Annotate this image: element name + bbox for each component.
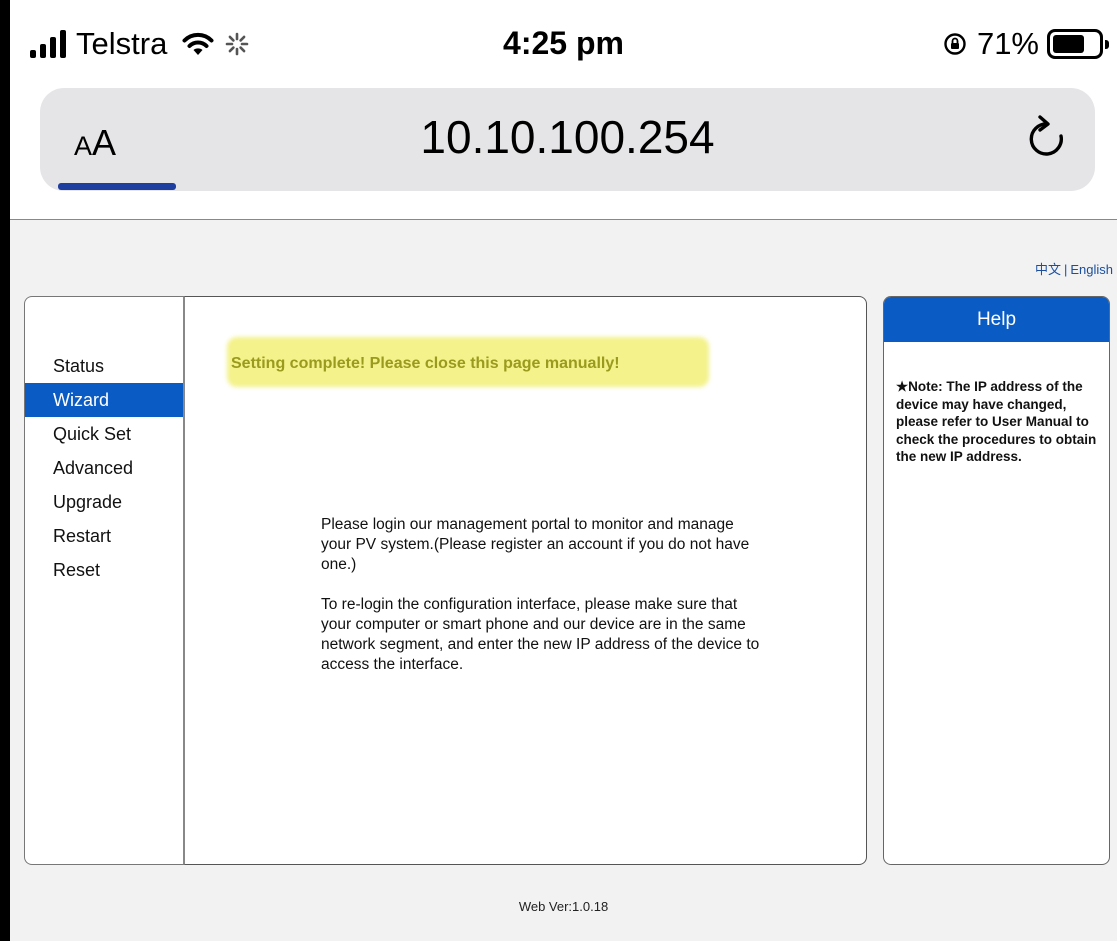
browser-toolbar: AA 10.10.100.254 [10, 88, 1117, 220]
battery-percentage: 71% [976, 26, 1039, 61]
phone-screen: Telstra 4:25 pm 71% AA 10.10.100.254 中文 … [10, 0, 1117, 941]
lang-chinese-link[interactable]: 中文 [1035, 262, 1061, 277]
success-message: Setting complete! Please close this page… [231, 355, 620, 372]
ios-status-bar: Telstra 4:25 pm 71% [10, 0, 1117, 88]
sidebar-item-upgrade[interactable]: Upgrade [25, 485, 185, 519]
web-version: Web Ver:1.0.18 [518, 899, 609, 914]
lang-english-link[interactable]: English [1070, 262, 1113, 277]
battery-level [1053, 35, 1084, 53]
battery-icon [1047, 29, 1109, 59]
web-page: 中文 | English Status Wizard Quick Set Advan… [10, 221, 1117, 941]
page-load-progress [58, 183, 176, 190]
info-text: Please login our management portal to mo… [321, 515, 761, 675]
address-bar[interactable]: AA 10.10.100.254 [40, 88, 1095, 191]
rotation-lock-icon [944, 33, 966, 55]
info-paragraph: To re-login the configuration interface,… [321, 596, 760, 673]
help-note: ★Note: The IP address of the device may … [896, 379, 1097, 464]
sidebar: Status Wizard Quick Set Advanced Upgrade… [24, 296, 185, 865]
help-title: Help [884, 297, 1109, 342]
sidebar-item-advanced[interactable]: Advanced [25, 451, 185, 485]
sidebar-menu: Status Wizard Quick Set Advanced Upgrade… [25, 349, 185, 587]
reload-icon[interactable] [1023, 114, 1071, 162]
sidebar-item-wizard[interactable]: Wizard [25, 383, 185, 417]
language-switcher: 中文 | English [1035, 259, 1113, 278]
info-paragraph: Please login our management portal to mo… [321, 516, 750, 573]
main-content: Setting complete! Please close this page… [183, 296, 867, 865]
sidebar-item-status[interactable]: Status [25, 349, 185, 383]
sidebar-item-quick-set[interactable]: Quick Set [25, 417, 185, 451]
url-text[interactable]: 10.10.100.254 [40, 110, 1095, 164]
sidebar-item-reset[interactable]: Reset [25, 553, 185, 587]
sidebar-item-restart[interactable]: Restart [25, 519, 185, 553]
lang-separator: | [1063, 262, 1068, 277]
status-right: 71% [943, 24, 1109, 64]
help-panel: Help ★Note: The IP address of the device… [883, 296, 1110, 865]
